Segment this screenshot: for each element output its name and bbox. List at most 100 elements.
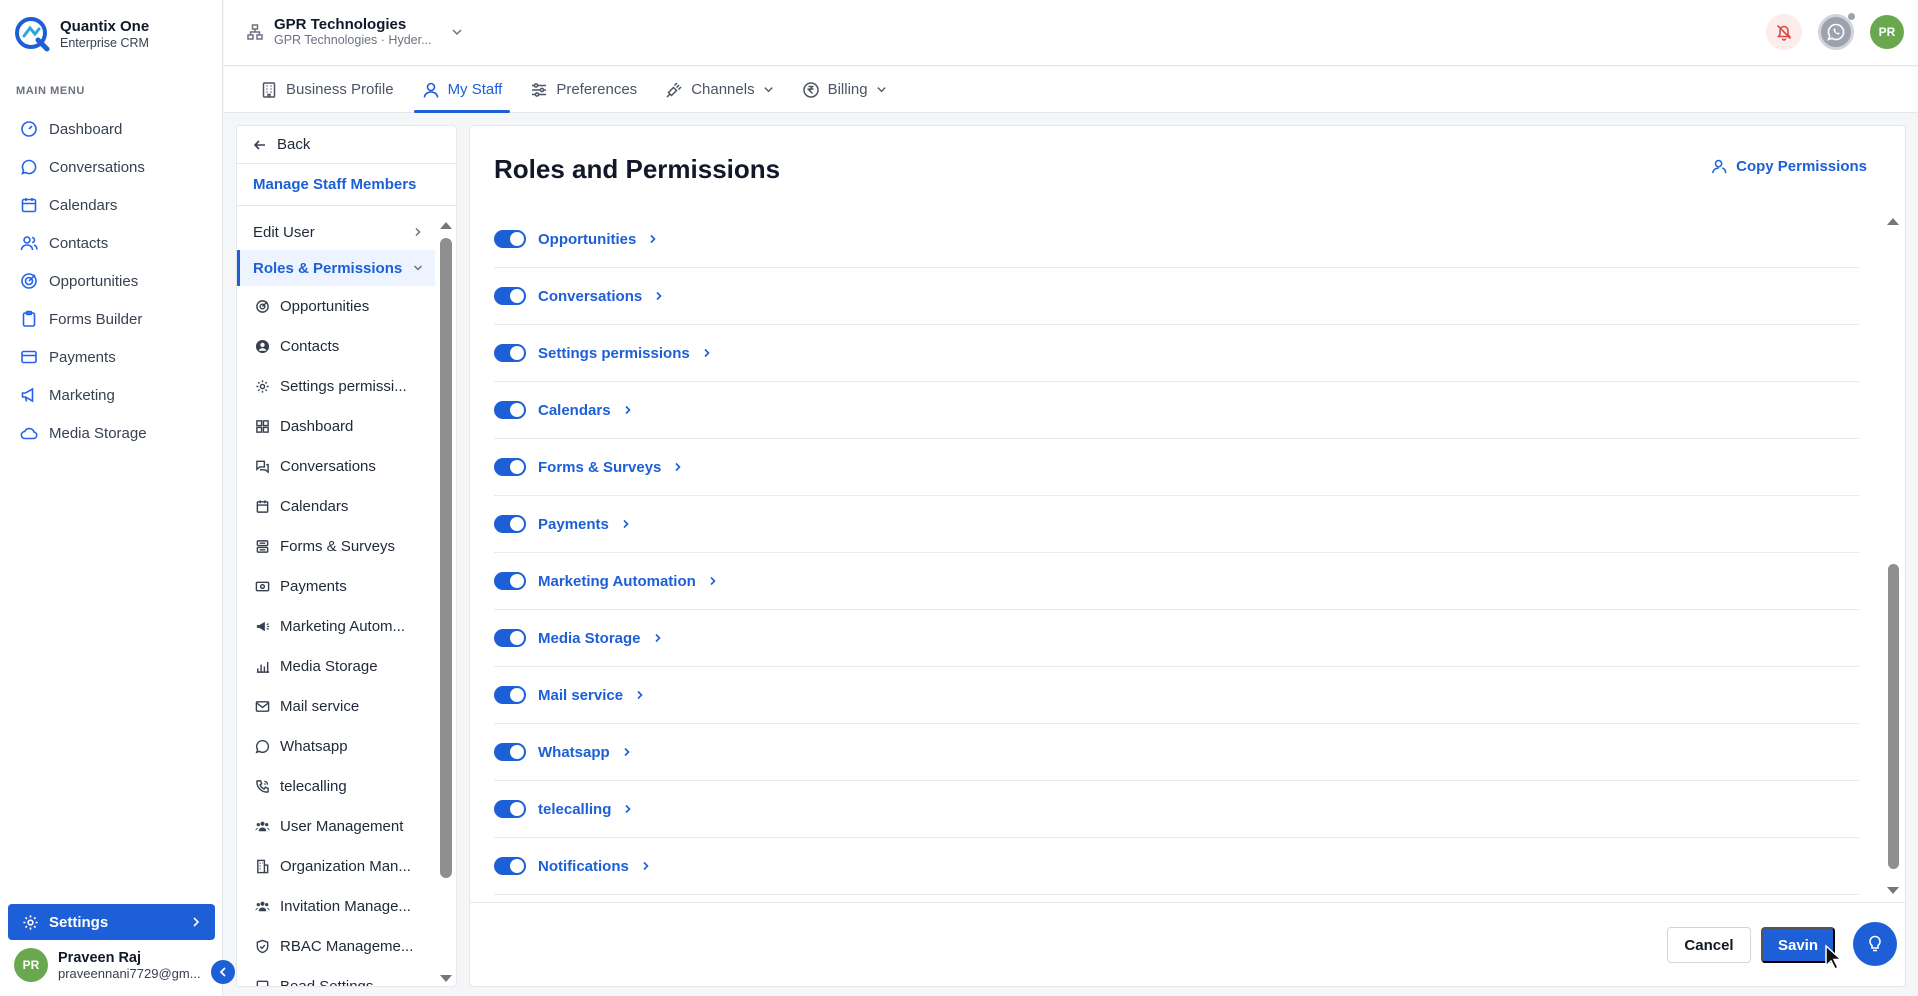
brand[interactable]: Quantix One Enterprise CRM [14, 16, 149, 52]
header-avatar[interactable]: PR [1870, 15, 1904, 49]
permission-toggle[interactable] [494, 686, 526, 704]
permission-toggle[interactable] [494, 230, 526, 248]
arrow-left-icon [253, 139, 265, 150]
permission-toggle[interactable] [494, 287, 526, 305]
subnav-perm-organization-management[interactable]: Organization Man... [237, 846, 435, 886]
permission-toggle[interactable] [494, 743, 526, 761]
chevron-right-icon[interactable] [623, 404, 633, 416]
subnav-perm-user-management[interactable]: User Management [237, 806, 435, 846]
sidebar-item-calendars[interactable]: Calendars [0, 186, 222, 224]
subnav-perm-rbac-management[interactable]: RBAC Manageme... [237, 926, 435, 966]
permission-toggle[interactable] [494, 857, 526, 875]
permission-label[interactable]: Calendars [538, 402, 611, 419]
sidebar-item-contacts[interactable]: Contacts [0, 224, 222, 262]
subnav-perm-invitation-management[interactable]: Invitation Manage... [237, 886, 435, 926]
permission-label[interactable]: Media Storage [538, 630, 641, 647]
subnav-scrollbar[interactable] [436, 214, 456, 986]
sidebar-item-dashboard[interactable]: Dashboard [0, 110, 222, 148]
brand-logo-icon [15, 17, 50, 52]
subnav-perm-settings[interactable]: Settings permissi... [237, 366, 435, 406]
permission-label[interactable]: Conversations [538, 288, 642, 305]
copy-permissions-label: Copy Permissions [1736, 158, 1867, 175]
permission-label[interactable]: Opportunities [538, 231, 636, 248]
chevron-right-icon[interactable] [654, 290, 664, 302]
chevron-right-icon[interactable] [635, 689, 645, 701]
subnav-perm-opportunities[interactable]: Opportunities [237, 286, 435, 326]
tab-label: Preferences [556, 81, 638, 98]
permission-label[interactable]: Forms & Surveys [538, 459, 661, 476]
subnav-perm-calendars[interactable]: Calendars [237, 486, 435, 526]
collapse-sidebar-button[interactable] [211, 960, 235, 984]
user-profile[interactable]: PR Praveen Raj praveennani7729@gm... [14, 948, 201, 982]
sidebar-item-marketing[interactable]: Marketing [0, 376, 222, 414]
subnav-edit-user[interactable]: Edit User [237, 214, 435, 250]
permission-toggle[interactable] [494, 515, 526, 533]
permission-toggle[interactable] [494, 458, 526, 476]
subnav-perm-mail-service[interactable]: Mail service [237, 686, 435, 726]
organization-switcher[interactable]: GPR Technologies GPR Technologies · Hyde… [246, 16, 463, 47]
plug-icon [666, 81, 682, 98]
subnav-perm-contacts[interactable]: Contacts [237, 326, 435, 366]
chevron-left-icon [219, 967, 226, 977]
help-button[interactable] [1853, 922, 1897, 966]
subnav-perm-marketing-automation[interactable]: Marketing Autom... [237, 606, 435, 646]
settings-button[interactable]: Settings [8, 904, 215, 940]
building-icon [262, 81, 276, 98]
sidebar-item-payments[interactable]: Payments [0, 338, 222, 376]
chevron-right-icon[interactable] [673, 461, 683, 473]
permission-toggle[interactable] [494, 401, 526, 419]
sidebar-item-media-storage[interactable]: Media Storage [0, 414, 222, 452]
permission-label[interactable]: Marketing Automation [538, 573, 696, 590]
subnav-perm-conversations[interactable]: Conversations [237, 446, 435, 486]
permission-label[interactable]: Payments [538, 516, 609, 533]
subnav-perm-whatsapp[interactable]: Whatsapp [237, 726, 435, 766]
permission-label[interactable]: telecalling [538, 801, 611, 818]
tab-billing[interactable]: Billing [788, 67, 901, 112]
whatsapp-button[interactable] [1818, 13, 1855, 50]
subnav-perm-dashboard[interactable]: Dashboard [237, 406, 435, 446]
permission-row-notifications: Notifications [494, 838, 1859, 895]
sidebar-item-opportunities[interactable]: Opportunities [0, 262, 222, 300]
tab-my-staff[interactable]: My Staff [408, 67, 517, 113]
chevron-right-icon[interactable] [653, 632, 663, 644]
grid-icon [256, 419, 269, 433]
notifications-button[interactable] [1766, 14, 1802, 50]
permission-label[interactable]: Settings permissions [538, 345, 690, 362]
tab-label: Channels [691, 81, 755, 98]
subnav-perm-telecalling[interactable]: telecalling [237, 766, 435, 806]
subnav-perm-partial[interactable]: Bead Settings [237, 966, 435, 986]
chevron-right-icon[interactable] [623, 803, 633, 815]
tab-preferences[interactable]: Preferences [516, 67, 651, 112]
chevron-right-icon[interactable] [648, 233, 658, 245]
permission-toggle[interactable] [494, 800, 526, 818]
permission-toggle[interactable] [494, 344, 526, 362]
permission-toggle[interactable] [494, 629, 526, 647]
subnav-label: telecalling [280, 777, 347, 795]
tab-channels[interactable]: Channels [651, 67, 787, 112]
manage-staff-title[interactable]: Manage Staff Members [237, 164, 456, 206]
sidebar-item-conversations[interactable]: Conversations [0, 148, 222, 186]
subnav-label: Conversations [280, 457, 376, 475]
sidebar-item-forms-builder[interactable]: Forms Builder [0, 300, 222, 338]
permissions-scroll-thumb[interactable] [1888, 564, 1899, 869]
chevron-right-icon[interactable] [702, 347, 712, 359]
chevron-right-icon[interactable] [708, 575, 718, 587]
permission-label[interactable]: Notifications [538, 858, 629, 875]
permission-toggle[interactable] [494, 572, 526, 590]
subnav-perm-media-storage[interactable]: Media Storage [237, 646, 435, 686]
whatsapp-icon [255, 739, 270, 753]
permission-label[interactable]: Whatsapp [538, 744, 610, 761]
chevron-right-icon[interactable] [621, 518, 631, 530]
permission-label[interactable]: Mail service [538, 687, 623, 704]
chevron-right-icon[interactable] [622, 746, 632, 758]
subnav-scroll-thumb[interactable] [440, 238, 452, 878]
copy-permissions-button[interactable]: Copy Permissions [1711, 158, 1867, 175]
cancel-button[interactable]: Cancel [1667, 927, 1751, 963]
subnav-perm-forms-surveys[interactable]: Forms & Surveys [237, 526, 435, 566]
back-button[interactable]: Back [237, 126, 456, 164]
subnav-perm-payments[interactable]: Payments [237, 566, 435, 606]
permissions-scrollbar[interactable] [1883, 214, 1903, 898]
subnav-roles-permissions[interactable]: Roles & Permissions [237, 250, 435, 286]
chevron-right-icon[interactable] [641, 860, 651, 872]
tab-business-profile[interactable]: Business Profile [246, 67, 408, 112]
